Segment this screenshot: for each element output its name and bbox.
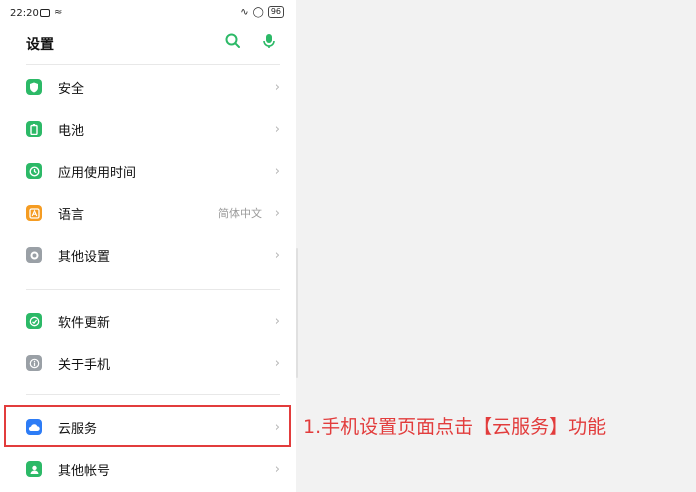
update-icon <box>26 313 42 329</box>
other-settings-icon <box>26 247 42 263</box>
chevron-right-icon: › <box>274 313 280 329</box>
shield-icon <box>26 79 42 95</box>
language-icon <box>26 205 42 221</box>
highlight-box <box>4 405 291 447</box>
screen-record-icon <box>40 8 50 17</box>
settings-item-other-settings[interactable]: 其他设置 › <box>0 234 296 276</box>
chevron-right-icon: › <box>274 79 280 95</box>
phone-screen: 22:20 ≈ ∿ ◯ 96 设置 安全 › 电池 › 应用使用时间 › 语言 … <box>0 0 296 492</box>
settings-item-label: 安全 <box>58 81 85 97</box>
divider <box>26 64 280 65</box>
chevron-right-icon: › <box>274 163 280 179</box>
app-usage-icon <box>26 163 42 179</box>
settings-item-label: 语言 <box>58 207 85 223</box>
chevron-right-icon: › <box>274 121 280 137</box>
settings-item-other-accounts[interactable]: 其他帐号 › <box>0 448 296 490</box>
battery-icon <box>26 121 42 137</box>
settings-item-label: 应用使用时间 <box>58 165 137 181</box>
settings-item-label: 关于手机 <box>58 357 111 373</box>
nfc-icon: ◯ <box>252 6 264 18</box>
settings-item-security[interactable]: 安全 › <box>0 66 296 108</box>
settings-item-software-update[interactable]: 软件更新 › <box>0 300 296 342</box>
settings-item-about-phone[interactable]: 关于手机 › <box>0 342 296 384</box>
status-time: 22:20 <box>10 8 39 19</box>
chevron-right-icon: › <box>274 355 280 371</box>
search-icon[interactable] <box>224 32 242 50</box>
divider <box>26 289 280 290</box>
chevron-right-icon: › <box>274 461 280 477</box>
wifi-icon: ≈ <box>54 7 63 18</box>
status-bar: 22:20 ≈ ∿ ◯ 96 <box>0 0 296 28</box>
annotation-text: 1.手机设置页面点击【云服务】功能 <box>303 416 607 438</box>
chevron-right-icon: › <box>274 205 280 221</box>
language-value: 简体中文 <box>218 207 262 220</box>
settings-item-app-usage[interactable]: 应用使用时间 › <box>0 150 296 192</box>
settings-item-label: 其他帐号 <box>58 463 111 479</box>
scrollbar[interactable] <box>296 248 298 378</box>
page-title: 设置 <box>26 37 54 53</box>
battery-indicator: 96 <box>267 6 284 18</box>
chevron-right-icon: › <box>274 247 280 263</box>
microphone-icon[interactable] <box>260 32 278 50</box>
settings-item-label: 其他设置 <box>58 249 111 265</box>
settings-item-language[interactable]: 语言 简体中文 › <box>0 192 296 234</box>
info-icon <box>26 355 42 371</box>
settings-item-label: 软件更新 <box>58 315 111 331</box>
settings-item-battery[interactable]: 电池 › <box>0 108 296 150</box>
settings-item-label: 电池 <box>58 123 85 139</box>
settings-header: 设置 <box>0 28 296 58</box>
account-icon <box>26 461 42 477</box>
divider <box>26 394 280 395</box>
vibrate-icon: ∿ <box>240 6 249 18</box>
